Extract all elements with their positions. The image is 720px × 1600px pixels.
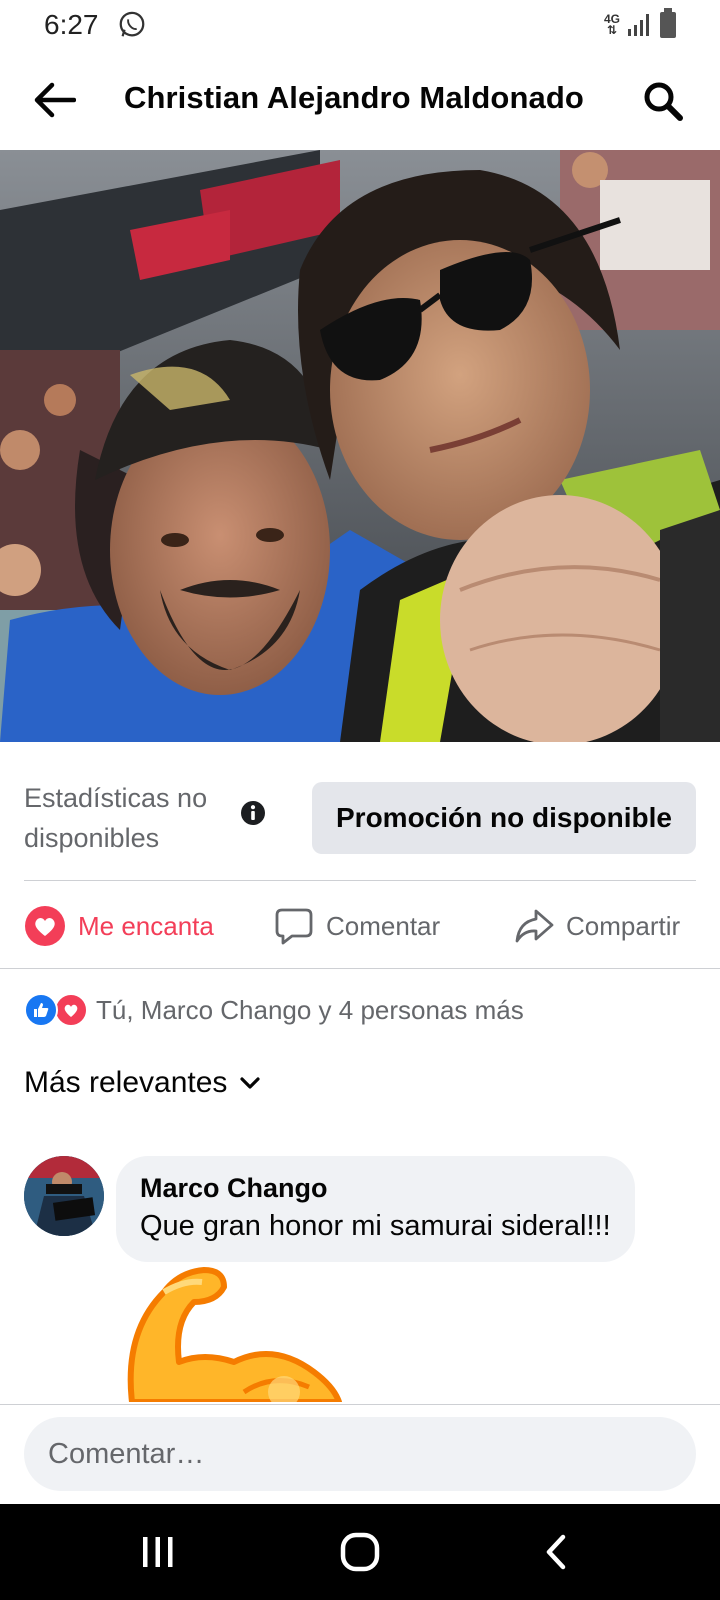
love-label: Me encanta <box>78 910 214 941</box>
comment-composer <box>0 1404 720 1502</box>
comment-sort-dropdown[interactable]: Más relevantes <box>24 1066 261 1100</box>
search-button[interactable] <box>640 78 686 124</box>
system-nav-bar <box>0 1504 720 1600</box>
post-photo[interactable] <box>0 150 720 742</box>
divider <box>0 968 720 969</box>
comment-icon <box>275 908 313 945</box>
home-button[interactable] <box>320 1522 400 1582</box>
page-title: Christian Alejandro Maldonado <box>124 80 584 115</box>
promote-button[interactable]: Promoción no disponible <box>312 782 696 854</box>
chevron-down-icon <box>240 1077 261 1089</box>
share-button[interactable]: Compartir <box>514 900 680 952</box>
like-reaction-icon <box>24 993 58 1027</box>
recent-apps-icon <box>143 1537 173 1567</box>
home-icon <box>340 1532 380 1572</box>
page-header: Christian Alejandro Maldonado <box>0 62 720 138</box>
recent-apps-button[interactable] <box>118 1522 198 1582</box>
sort-label: Más relevantes <box>24 1066 228 1099</box>
system-back-button[interactable] <box>516 1522 596 1582</box>
divider <box>24 880 696 881</box>
share-icon <box>515 909 554 943</box>
chevron-left-icon <box>546 1534 566 1570</box>
avatar[interactable] <box>24 1156 104 1236</box>
info-icon[interactable] <box>240 800 266 826</box>
post-actions: Me encanta Comentar Compartir <box>0 886 720 966</box>
arrow-left-icon <box>34 82 76 118</box>
share-label: Compartir <box>566 910 681 941</box>
love-button[interactable]: Me encanta <box>24 900 214 952</box>
reactions-summary[interactable]: Tú, Marco Chango y 4 personas más <box>24 990 524 1030</box>
whatsapp-icon <box>119 11 144 37</box>
search-icon <box>644 82 683 121</box>
comment-input[interactable] <box>24 1417 696 1491</box>
stats-unavailable-text: Estadísticas no disponibles <box>24 783 208 853</box>
signal-icon <box>628 14 649 36</box>
comment-bubble[interactable]: Marco Chango Que gran honor mi samurai s… <box>116 1156 635 1262</box>
reactions-text: Tú, Marco Chango y 4 personas más <box>96 994 524 1025</box>
heart-icon <box>25 906 65 946</box>
reaction-icons <box>24 993 88 1027</box>
status-time: 6:27 <box>44 9 99 40</box>
back-button[interactable] <box>30 78 78 122</box>
comment-text: Que gran honor mi samurai sideral!!! <box>140 1210 611 1242</box>
comment-author[interactable]: Marco Chango <box>140 1170 611 1206</box>
status-bar: 6:27 4G ⇅ <box>0 0 720 50</box>
status-icons: 4G ⇅ <box>603 8 676 38</box>
network-type: 4G ⇅ <box>603 12 620 37</box>
flexed-biceps-icon <box>124 1262 384 1402</box>
post-stats-row: Estadísticas no disponibles Promoción no… <box>0 760 720 870</box>
love-reaction-icon <box>54 993 88 1027</box>
battery-icon <box>660 8 676 38</box>
comment-label: Comentar <box>326 910 441 941</box>
comment-button[interactable]: Comentar <box>274 900 440 952</box>
photo <box>0 150 720 742</box>
